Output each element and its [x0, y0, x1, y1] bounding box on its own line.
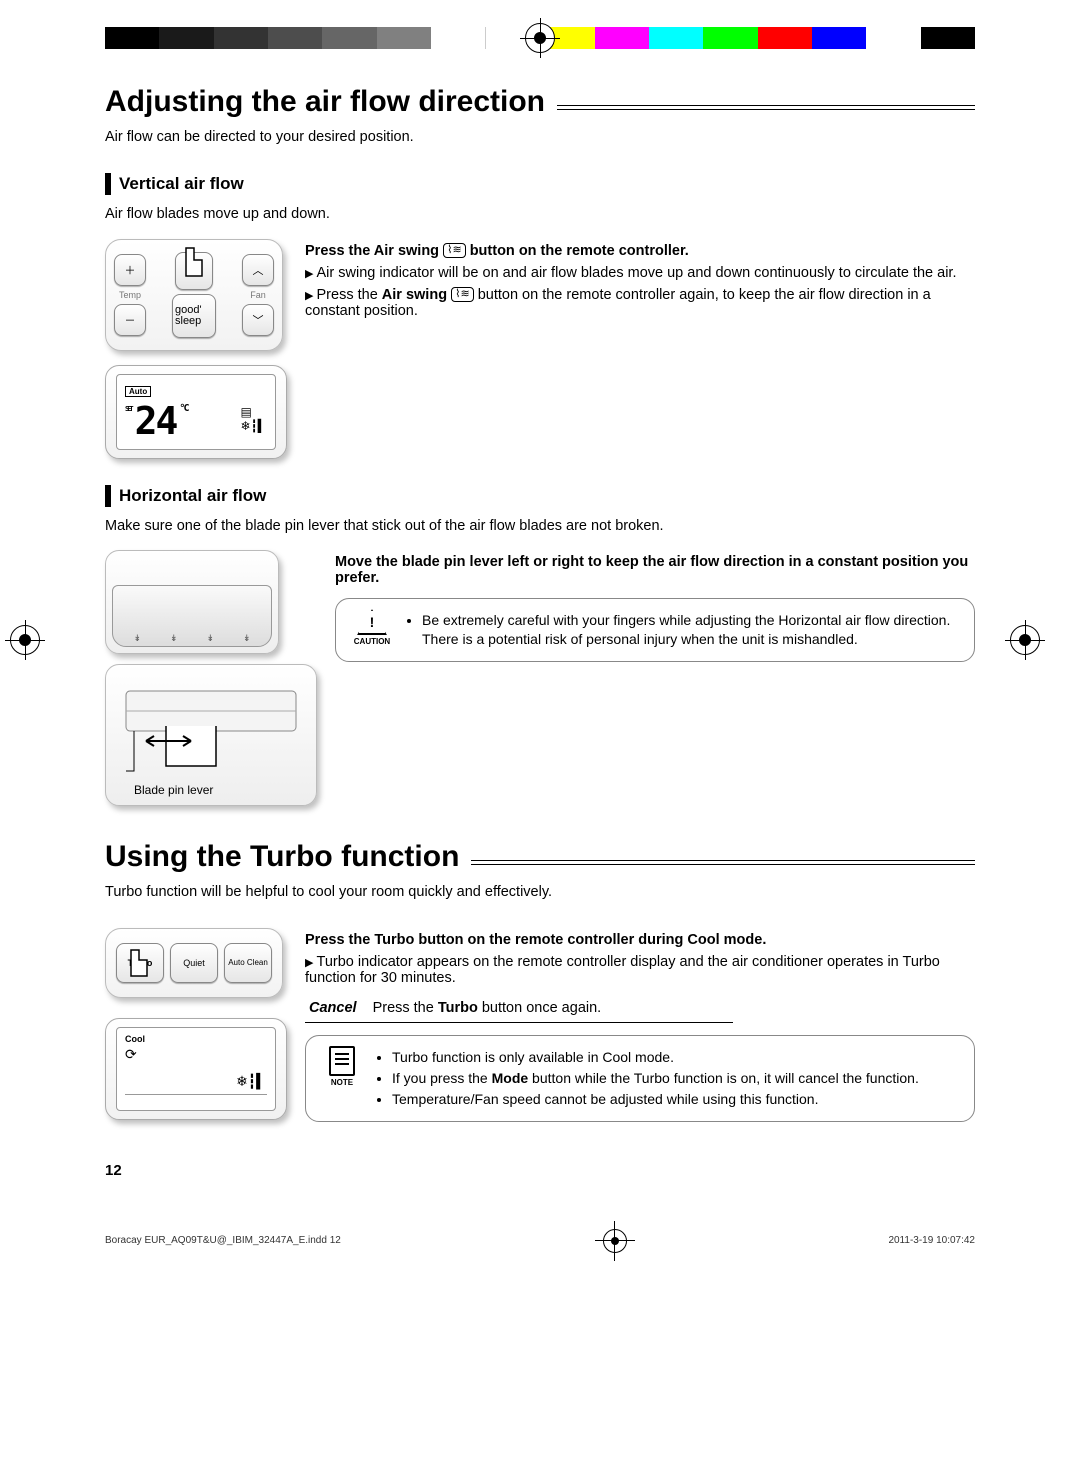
note-icon	[329, 1046, 355, 1076]
caution-box: ! CAUTION Be extremely careful with your…	[335, 598, 975, 662]
lcd-status-icons: ▤❄┇▍	[240, 405, 267, 433]
fan-up-button[interactable]: ︿	[242, 254, 274, 286]
note-item-1: Turbo function is only available in Cool…	[392, 1048, 919, 1067]
vertical-desc: Air flow blades move up and down.	[105, 205, 975, 225]
lcd-temp-value: 24	[135, 399, 177, 443]
turbo-button[interactable]: Turbo	[116, 943, 164, 983]
lcd-mode: Cool	[125, 1034, 267, 1044]
lcd-fan-icon: ❄┇▍	[125, 1073, 267, 1090]
register-mark-left	[10, 625, 40, 655]
subhead-horizontal: Horizontal air flow	[105, 485, 975, 507]
register-mark-right	[1010, 625, 1040, 655]
footer-file: Boracay EUR_AQ09T&U@_IBIM_32447A_E.indd …	[105, 1235, 341, 1246]
turbo-indicator-icon: ⟳	[125, 1046, 267, 1063]
auto-clean-button[interactable]: Auto Clean	[224, 943, 272, 983]
subhead-vertical: Vertical air flow	[105, 173, 975, 195]
intro-turbo: Turbo function will be helpful to cool y…	[105, 884, 975, 900]
intro-airflow: Air flow can be directed to your desired…	[105, 129, 975, 145]
cancel-row: Cancel Press the Turbo button once again…	[305, 994, 733, 1023]
temp-label: Temp	[114, 290, 146, 300]
subhead-bar-icon	[105, 173, 111, 195]
turbo-bullet-1: Turbo indicator appears on the remote co…	[305, 954, 975, 986]
horizontal-desc: Make sure one of the blade pin lever tha…	[105, 517, 975, 537]
horizontal-instructions: Move the blade pin lever left or right t…	[335, 550, 975, 662]
caution-icon: !	[357, 609, 387, 635]
vertical-instructions: Press the Air swing ⌇≋ button on the rem…	[305, 239, 975, 325]
caution-item-1: Be extremely careful with your fingers w…	[422, 611, 950, 649]
hand-pointer-icon	[127, 948, 161, 988]
title-text: Adjusting the air flow direction	[105, 85, 545, 119]
title-rule	[471, 860, 975, 865]
cancel-key: Cancel	[309, 1000, 357, 1016]
page-number: 12	[105, 1162, 975, 1179]
turbo-remote-figure: Turbo Quiet Auto Clean	[105, 928, 283, 998]
turbo-instructions: Press the Turbo button on the remote con…	[305, 928, 975, 1122]
fan-down-button[interactable]: ﹀	[242, 304, 274, 336]
note-box: NOTE Turbo function is only available in…	[305, 1035, 975, 1122]
note-label: NOTE	[320, 1078, 364, 1089]
vertical-bullet-1: Air swing indicator will be on and air f…	[305, 265, 975, 281]
lcd-degc: °C	[179, 403, 187, 414]
note-item-3: Temperature/Fan speed cannot be adjusted…	[392, 1090, 919, 1109]
air-swing-inline-icon-2: ⌇≋	[451, 287, 474, 302]
print-footer: Boracay EUR_AQ09T&U@_IBIM_32447A_E.indd …	[105, 1229, 975, 1253]
subhead-vertical-text: Vertical air flow	[119, 174, 244, 194]
air-swing-inline-icon: ⌇≋	[443, 243, 466, 258]
register-mark-top	[525, 23, 555, 53]
fan-label: Fan	[242, 290, 274, 300]
lcd-auto-badge: Auto	[125, 386, 151, 397]
title-text-turbo: Using the Turbo function	[105, 840, 459, 874]
page-title-airflow: Adjusting the air flow direction	[105, 85, 975, 119]
blade-caption: Blade pin lever	[134, 783, 213, 797]
title-rule	[557, 105, 975, 110]
temp-up-button[interactable]: ＋	[114, 254, 146, 286]
cancel-value: Press the Turbo button once again.	[373, 1000, 602, 1016]
blade-lever-figure: Blade pin lever	[105, 664, 317, 806]
turbo-lcd-figure: Cool ⟳ ❄┇▍	[105, 1018, 287, 1120]
hand-pointer-icon	[180, 246, 218, 290]
page-title-turbo: Using the Turbo function	[105, 840, 975, 874]
lcd-set-label: SET	[125, 405, 132, 413]
vertical-bullet-2: Press the Air swing ⌇≋ button on the rem…	[305, 287, 975, 319]
note-item-2: If you press the Mode button while the T…	[392, 1069, 919, 1088]
footer-date: 2011-3-19 10:07:42	[888, 1235, 975, 1246]
subhead-horizontal-text: Horizontal air flow	[119, 486, 266, 506]
quiet-button[interactable]: Quiet	[170, 943, 218, 983]
temp-down-button[interactable]: －	[114, 304, 146, 336]
remote-lcd-figure: Auto SET 24 °C ▤❄┇▍	[105, 365, 287, 459]
ac-unit-figure: ↡↡↡↡	[105, 550, 279, 654]
remote-figure-top: ＋ Temp － ⌇≋ good' sleep ︿ Fan ﹀	[105, 239, 283, 351]
register-mark-bottom	[603, 1229, 627, 1253]
caution-label: CAUTION	[350, 637, 394, 648]
subhead-bar-icon	[105, 485, 111, 507]
good-sleep-button[interactable]: good' sleep	[172, 294, 216, 338]
